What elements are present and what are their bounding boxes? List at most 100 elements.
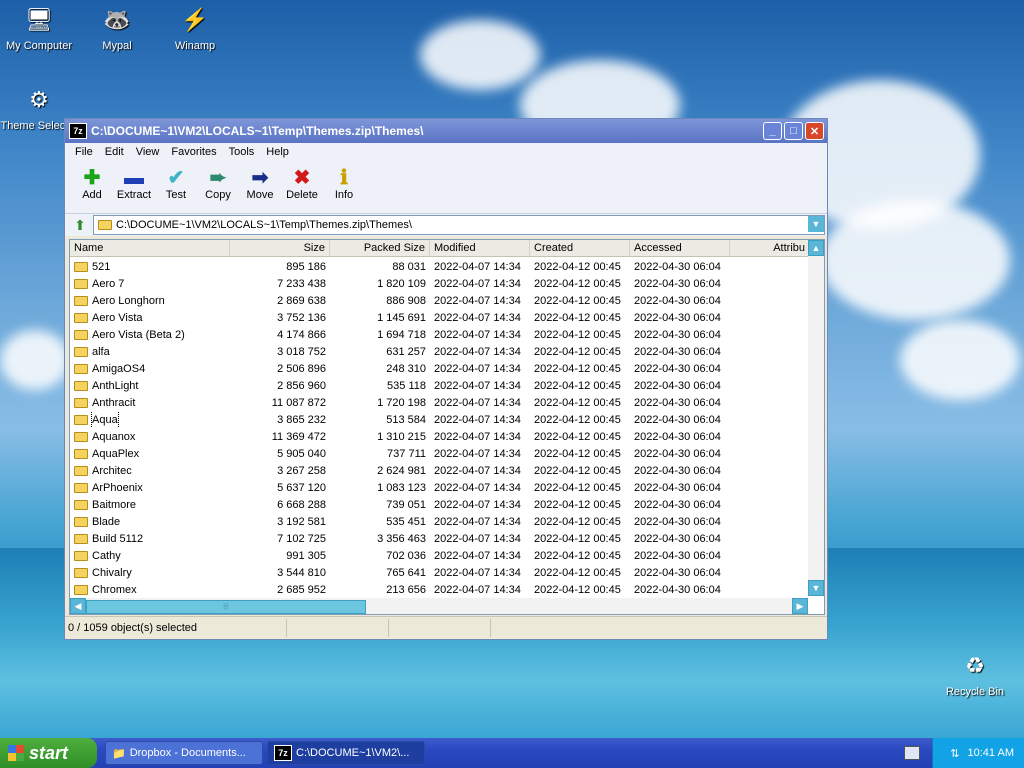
table-row[interactable]: 521 895 186 88 031 2022-04-07 14:34 2022-04-…	[70, 258, 806, 275]
table-row[interactable]: Aqua 3 865 232 513 584 2022-04-07 14:34 2022…	[70, 411, 806, 428]
extract-button[interactable]: ▬ Extract	[113, 161, 155, 201]
menu-view[interactable]: View	[130, 146, 166, 158]
table-row[interactable]: Anthracit 11 087 872 1 720 198 2022-04-07 1…	[70, 394, 806, 411]
cell-created: 2022-04-12 00:45	[534, 362, 621, 375]
table-row[interactable]: Aero Vista 3 752 136 1 145 691 2022-04-07 1…	[70, 309, 806, 326]
cell-modified: 2022-04-07 14:34	[434, 260, 521, 273]
table-row[interactable]: Aero Vista (Beta 2) 4 174 866 1 694 718 202…	[70, 326, 806, 343]
test-button[interactable]: ✔ Test	[155, 161, 197, 201]
desktop-icon-mypal[interactable]: 🦝 Mypal	[78, 4, 156, 52]
cell-modified: 2022-04-07 14:34	[434, 362, 521, 375]
column-size[interactable]: Size	[230, 240, 330, 256]
cell-name: 521	[70, 259, 230, 275]
scroll-up-arrow[interactable]: ▲	[808, 240, 824, 256]
network-icon[interactable]: ⇅	[950, 747, 959, 760]
table-row[interactable]: AquaPlex 5 905 040 737 711 2022-04-07 14:34…	[70, 445, 806, 462]
table-row[interactable]: ArPhoenix 5 637 120 1 083 123 2022-04-07 14…	[70, 479, 806, 496]
cell-name: AmigaOS4	[70, 361, 230, 377]
file-name: AnthLight	[92, 379, 139, 392]
info-button[interactable]: ℹ Info	[323, 161, 365, 201]
clock[interactable]: 10:41 AM	[968, 747, 1014, 759]
minimize-button[interactable]: _	[763, 122, 782, 140]
cell-packed-size: 1 694 718	[377, 328, 426, 341]
folder-icon	[74, 363, 88, 374]
table-row[interactable]: Chivalry 3 544 810 765 641 2022-04-07 14:34…	[70, 564, 806, 581]
cell-packed-size: 631 257	[386, 345, 426, 358]
column-modified[interactable]: Modified	[430, 240, 530, 256]
cell-name: Aquanox	[70, 429, 230, 445]
menu-help[interactable]: Help	[260, 146, 295, 158]
cell-size: 3 192 581	[277, 515, 326, 528]
cell-accessed: 2022-04-30 06:04	[634, 379, 721, 392]
vertical-scrollbar[interactable]: ▲ ▼	[808, 240, 824, 596]
recycle-bin-icon: ♻	[965, 653, 985, 678]
copy-button[interactable]: ➨ Copy	[197, 161, 239, 201]
delete-button[interactable]: ✖ Delete	[281, 161, 323, 201]
desktop-icon-recycle-bin[interactable]: ♻ Recycle Bin	[936, 650, 1014, 698]
scroll-down-arrow[interactable]: ▼	[808, 580, 824, 596]
menu-edit[interactable]: Edit	[99, 146, 130, 158]
window-title: C:\DOCUME~1\VM2\LOCALS~1\Temp\Themes.zip…	[91, 124, 424, 138]
taskbar-item-dropbox[interactable]: 📁 Dropbox - Documents...	[105, 741, 263, 765]
cell-accessed: 2022-04-30 06:04	[634, 345, 721, 358]
address-dropdown-button[interactable]: ▼	[808, 216, 824, 232]
menu-file[interactable]: File	[69, 146, 99, 158]
move-button[interactable]: ➡ Move	[239, 161, 281, 201]
desktop-icon-my-computer[interactable]: 🖥 My Computer	[0, 4, 78, 52]
cell-created: 2022-04-12 00:45	[534, 583, 621, 596]
cell-packed-size: 702 036	[386, 549, 426, 562]
horizontal-scrollbar[interactable]: ◀ ⦙⦙⦙ ▶	[70, 598, 808, 614]
table-row[interactable]: AnthLight 2 856 960 535 118 2022-04-07 14:3…	[70, 377, 806, 394]
table-row[interactable]: Aero 7 7 233 438 1 820 109 2022-04-07 14:34…	[70, 275, 806, 292]
table-row[interactable]: Aquanox 11 369 472 1 310 215 2022-04-07 14:…	[70, 428, 806, 445]
cell-created: 2022-04-12 00:45	[534, 430, 621, 443]
cell-packed-size: 1 310 215	[377, 430, 426, 443]
table-row[interactable]: Architec 3 267 258 2 624 981 2022-04-07 14:…	[70, 462, 806, 479]
file-name: ArPhoenix	[92, 481, 143, 494]
status-segment	[287, 619, 389, 637]
table-row[interactable]: Baitmore 6 668 288 739 051 2022-04-07 14:34…	[70, 496, 806, 513]
table-row[interactable]: Aero Longhorn 2 869 638 886 908 2022-04-07 …	[70, 292, 806, 309]
folder-icon	[74, 567, 88, 578]
cell-created: 2022-04-12 00:45	[534, 328, 621, 341]
start-button[interactable]: start	[0, 738, 97, 768]
column-created[interactable]: Created	[530, 240, 630, 256]
cell-created: 2022-04-12 00:45	[534, 447, 621, 460]
add-button[interactable]: ✚ Add	[71, 161, 113, 201]
maximize-button[interactable]: □	[784, 122, 803, 140]
folder-icon	[74, 448, 88, 459]
folder-icon	[74, 584, 88, 595]
horizontal-scroll-thumb[interactable]: ⦙⦙⦙	[86, 600, 366, 614]
file-list[interactable]: Name Size Packed Size Modified Created A…	[69, 239, 825, 615]
column-name[interactable]: Name	[70, 240, 230, 256]
cell-packed-size: 737 711	[387, 447, 426, 460]
close-button[interactable]: ✕	[805, 122, 824, 140]
scroll-left-arrow[interactable]: ◀	[70, 598, 86, 614]
column-accessed[interactable]: Accessed	[630, 240, 730, 256]
table-row[interactable]: AmigaOS4 2 506 896 248 310 2022-04-07 14:34…	[70, 360, 806, 377]
desktop-icon-winamp[interactable]: ⚡ Winamp	[156, 4, 234, 52]
address-path: C:\DOCUME~1\VM2\LOCALS~1\Temp\Themes.zip…	[116, 219, 412, 231]
menu-tools[interactable]: Tools	[223, 146, 261, 158]
table-row[interactable]: Cathy 991 305 702 036 2022-04-07 14:34 2022-…	[70, 547, 806, 564]
window-title-bar[interactable]: 7z C:\DOCUME~1\VM2\LOCALS~1\Temp\Themes.…	[65, 119, 827, 143]
taskbar-item-7zip[interactable]: 7z C:\DOCUME~1\VM2\...	[267, 741, 425, 765]
address-field[interactable]: C:\DOCUME~1\VM2\LOCALS~1\Temp\Themes.zip…	[93, 215, 825, 235]
add-button-label: Add	[82, 189, 102, 201]
column-attributes[interactable]: Attribu	[730, 240, 810, 256]
cell-created: 2022-04-12 00:45	[534, 260, 621, 273]
scroll-right-arrow[interactable]: ▶	[792, 598, 808, 614]
table-row[interactable]: Chromex 2 685 952 213 656 2022-04-07 14:34 2…	[70, 581, 806, 598]
menu-favorites[interactable]: Favorites	[165, 146, 222, 158]
column-packed-size[interactable]: Packed Size	[330, 240, 430, 256]
cell-size: 3 267 258	[277, 464, 326, 477]
keyboard-icon[interactable]	[904, 746, 920, 760]
cell-accessed: 2022-04-30 06:04	[634, 549, 721, 562]
table-row[interactable]: alfa 3 018 752 631 257 2022-04-07 14:34 2022…	[70, 343, 806, 360]
cell-size: 2 506 896	[277, 362, 326, 375]
up-folder-button[interactable]: ⬆	[67, 215, 93, 235]
table-row[interactable]: Build 5112 7 102 725 3 356 463 2022-04-07 1…	[70, 530, 806, 547]
table-row[interactable]: Blade 3 192 581 535 451 2022-04-07 14:34 202…	[70, 513, 806, 530]
folder-icon	[74, 482, 88, 493]
desktop-icon-label: Mypal	[102, 40, 132, 52]
